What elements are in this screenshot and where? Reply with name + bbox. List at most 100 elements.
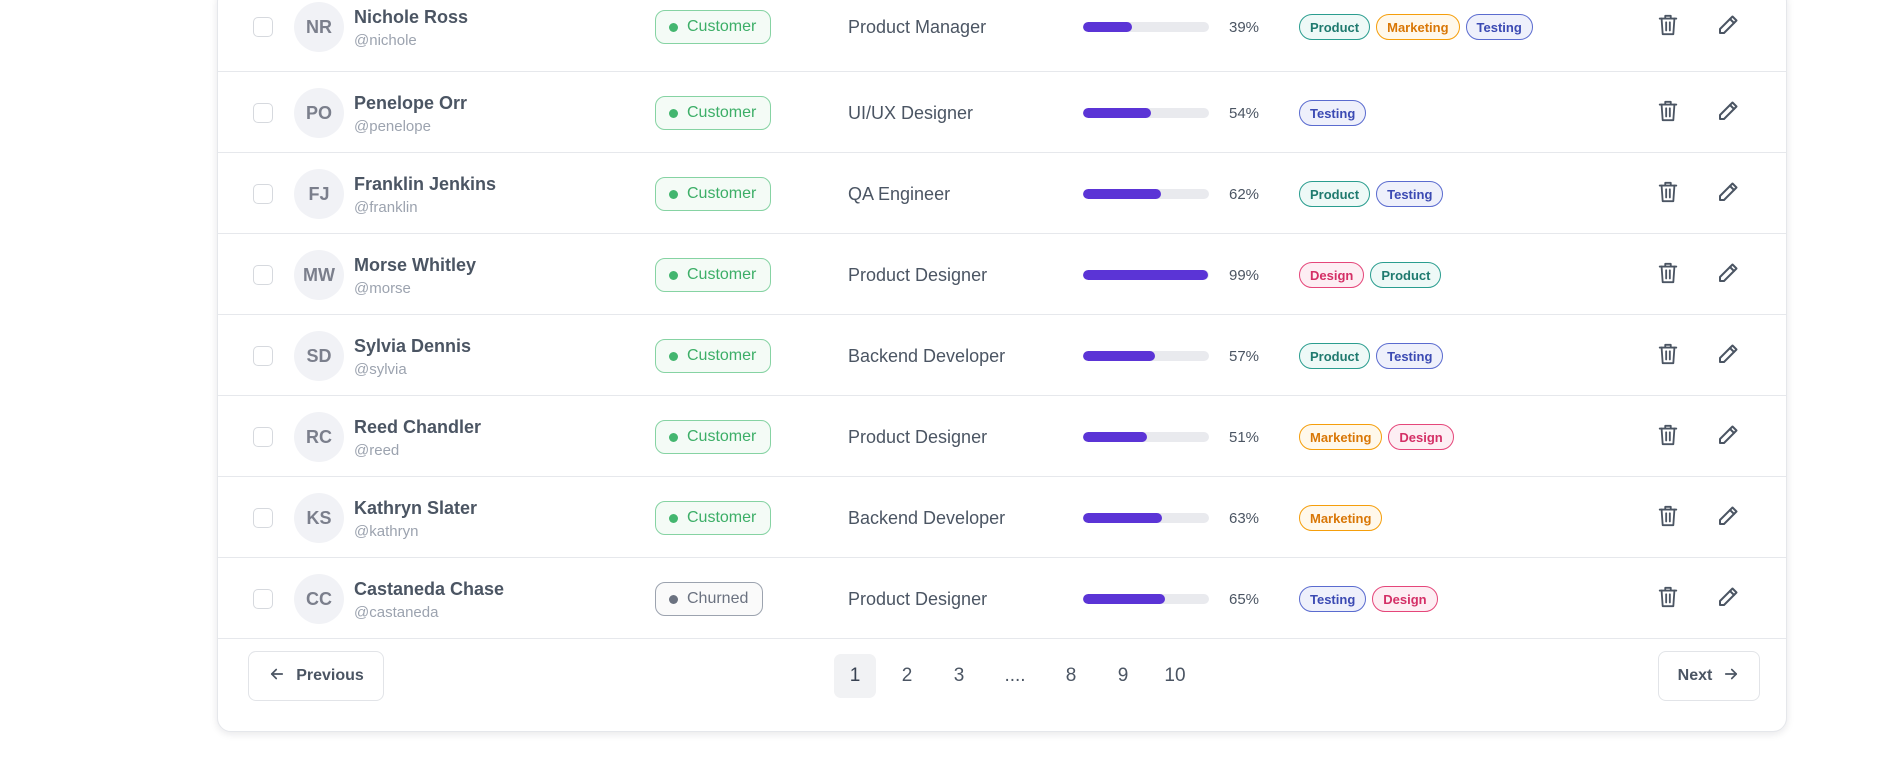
edit-button[interactable] [1713,12,1743,42]
row-checkbox[interactable] [253,184,273,204]
users-table-card: NR Nichole Ross @nichole Customer Product Ma… [217,0,1787,732]
delete-button[interactable] [1653,260,1683,290]
pencil-icon [1716,342,1740,371]
edit-button[interactable] [1713,98,1743,128]
page-number[interactable]: 9 [1102,654,1144,698]
user-handle: @kathryn [354,523,419,540]
page-number[interactable]: 1 [834,654,876,698]
table-body: NR Nichole Ross @nichole Customer Product Ma… [218,1,1786,639]
tag: Design [1299,262,1365,288]
page-number[interactable]: 2 [886,654,928,698]
trash-icon [1657,13,1679,42]
status-dot [669,270,678,280]
progress-fill [1083,189,1162,199]
trash-icon [1657,423,1679,452]
status-dot [669,108,678,118]
progress-percent: 63% [1229,510,1260,527]
row-checkbox[interactable] [253,427,273,447]
user-name: Morse Whitley [354,255,477,275]
user-name: Reed Chandler [354,417,482,437]
row-checkbox[interactable] [253,265,273,285]
trash-icon [1657,504,1679,533]
edit-button[interactable] [1713,341,1743,371]
trash-icon [1657,585,1679,614]
user-handle: @morse [354,280,411,297]
status-dot [669,189,678,199]
pencil-icon [1716,423,1740,452]
row-checkbox[interactable] [253,346,273,366]
tag: Testing [1465,14,1533,40]
delete-button[interactable] [1653,98,1683,128]
progress-percent: 51% [1229,429,1260,446]
status-dot [669,351,678,361]
delete-button[interactable] [1653,179,1683,209]
status-badge: Customer [655,177,772,211]
progress-bar [1083,513,1209,523]
user-role: Product Manager [848,17,987,37]
page-number[interactable]: 3 [938,654,980,698]
delete-button[interactable] [1653,422,1683,452]
avatar: RC [294,412,344,462]
table-row: NR Nichole Ross @nichole Customer Product Ma… [218,1,1786,72]
status-label: Customer [687,347,757,364]
avatar: NR [294,2,344,52]
delete-button[interactable] [1653,12,1683,42]
delete-button[interactable] [1653,584,1683,614]
user-role: Backend Developer [848,508,1006,528]
user-handle: @castaneda [354,604,439,621]
tag: Product [1299,343,1371,369]
edit-button[interactable] [1713,260,1743,290]
status-badge: Churned [655,582,764,616]
status-label: Customer [687,266,757,283]
row-checkbox[interactable] [253,589,273,609]
tag: Design [1388,424,1454,450]
status-badge: Customer [655,420,772,454]
arrow-left-icon [268,665,286,688]
edit-button[interactable] [1713,179,1743,209]
page-number[interactable]: 8 [1050,654,1092,698]
trash-icon [1657,342,1679,371]
tag: Testing [1376,343,1444,369]
status-dot [669,594,678,604]
user-role: QA Engineer [848,184,951,204]
tag: Marketing [1299,505,1383,531]
avatar: FJ [294,169,344,219]
row-checkbox[interactable] [253,508,273,528]
table-row: SD Sylvia Dennis @sylvia Customer Backend De… [218,315,1786,396]
progress-bar [1083,270,1209,280]
status-badge: Customer [655,10,772,44]
delete-button[interactable] [1653,503,1683,533]
arrow-right-icon [1722,665,1740,688]
page-number[interactable]: 10 [1154,654,1196,698]
pencil-icon [1716,13,1740,42]
delete-button[interactable] [1653,341,1683,371]
table-row: PO Penelope Orr @penelope Customer UI/UX Des… [218,72,1786,153]
pencil-icon [1716,180,1740,209]
next-button[interactable]: Next [1658,651,1760,701]
progress-percent: 39% [1229,19,1260,36]
avatar: KS [294,493,344,543]
edit-button[interactable] [1713,584,1743,614]
table-row: KS Kathryn Slater @kathryn Customer Backend … [218,477,1786,558]
edit-button[interactable] [1713,422,1743,452]
progress-bar [1083,189,1209,199]
status-dot [669,432,678,442]
progress-fill [1083,432,1148,442]
row-checkbox[interactable] [253,103,273,123]
tag-list: Product Testing [1299,181,1444,207]
status-label: Customer [687,428,757,445]
table-row: FJ Franklin Jenkins @franklin Customer QA En… [218,153,1786,234]
status-badge: Customer [655,96,772,130]
avatar: PO [294,88,344,138]
tag: Testing [1299,586,1367,612]
edit-button[interactable] [1713,503,1743,533]
table-row: RC Reed Chandler @reed Customer Product Desi… [218,396,1786,477]
row-checkbox[interactable] [253,17,273,37]
tag: Marketing [1376,14,1460,40]
tag: Product [1299,14,1371,40]
user-handle: @sylvia [354,361,407,378]
pagination: Previous 1 2 3.... 8 9 10 Next [218,641,1786,731]
progress-fill [1083,22,1133,32]
progress-fill [1083,513,1163,523]
previous-button[interactable]: Previous [248,651,384,701]
